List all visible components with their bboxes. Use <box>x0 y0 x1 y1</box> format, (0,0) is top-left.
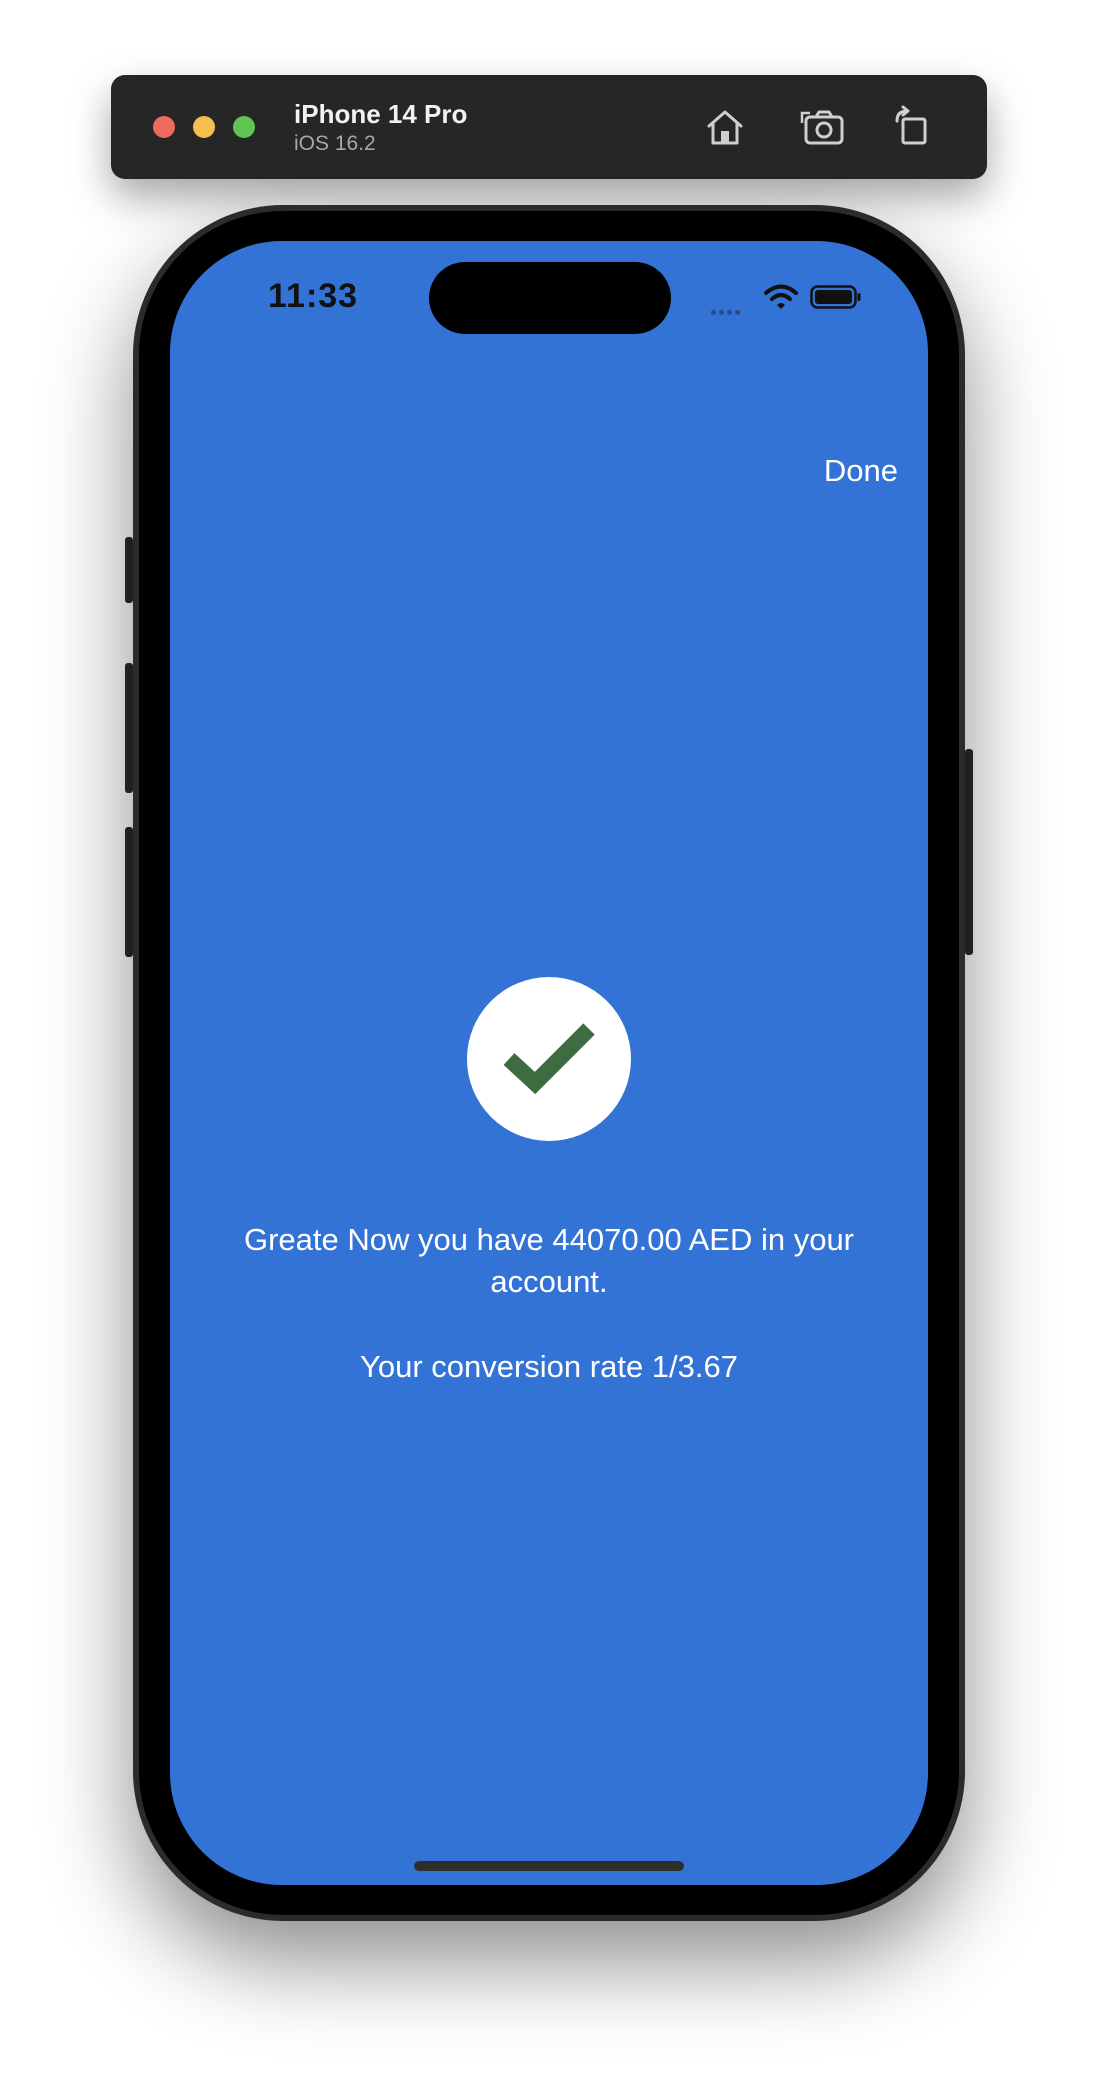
device-name: iPhone 14 Pro <box>294 99 468 129</box>
conversion-rate-text: Your conversion rate 1/3.67 <box>360 1349 738 1384</box>
volume-down-button <box>125 827 133 957</box>
status-time: 11:33 <box>268 277 359 315</box>
rotate-icon[interactable] <box>887 101 939 153</box>
done-button[interactable]: Done <box>824 453 898 489</box>
checkmark-icon <box>503 1023 595 1095</box>
screenshot-icon[interactable] <box>798 101 850 153</box>
app-screen: 11:33 Done Greate Now you have 44070.00 … <box>170 241 928 1885</box>
home-icon[interactable] <box>699 101 751 153</box>
success-badge <box>467 977 631 1141</box>
volume-up-button <box>125 663 133 793</box>
simulator-stage: iPhone 14 Pro iOS 16.2 11:33 Done Greate… <box>0 0 1098 2074</box>
silent-switch <box>125 537 133 603</box>
success-message: Greate Now you have 44070.00 AED in your… <box>243 1222 855 1299</box>
power-button <box>965 749 973 955</box>
cellular-signal-icon <box>711 302 743 320</box>
device-os-version: iOS 16.2 <box>294 132 376 155</box>
battery-icon <box>810 285 861 309</box>
simulator-toolbar: iPhone 14 Pro iOS 16.2 <box>111 75 987 179</box>
home-indicator[interactable] <box>414 1861 684 1871</box>
minimize-window-button[interactable] <box>193 116 215 138</box>
zoom-window-button[interactable] <box>233 116 255 138</box>
close-window-button[interactable] <box>153 116 175 138</box>
wifi-icon <box>764 284 798 309</box>
dynamic-island <box>429 262 671 334</box>
